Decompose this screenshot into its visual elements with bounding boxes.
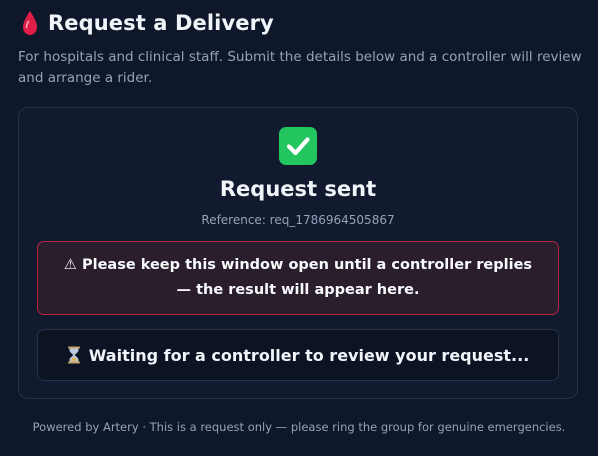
page-subtitle: For hospitals and clinical staff. Submit… [18,49,582,86]
waiting-status-text: Waiting for a controller to review your … [88,345,530,365]
page-header: Request a Delivery [22,10,274,36]
warning-text: ⚠ Please keep this window open until a c… [56,253,540,303]
confirmation-title: Request sent [219,177,377,201]
check-mark-icon [279,127,317,165]
warning-icon: ⚠ [63,257,77,273]
warning-message: Please keep this window open until a con… [81,257,533,298]
reference-id: Reference: req_1786964505867 [201,213,395,227]
hourglass-icon [67,346,80,364]
request-status-card: Request sent Reference: req_178696450586… [18,107,578,399]
keep-window-open-warning: ⚠ Please keep this window open until a c… [37,241,559,315]
page-title: Request a Delivery [48,11,274,35]
page-footer: Powered by Artery · This is a request on… [32,420,566,434]
waiting-status: Waiting for a controller to review your … [37,329,559,381]
blood-drop-icon [23,11,37,35]
